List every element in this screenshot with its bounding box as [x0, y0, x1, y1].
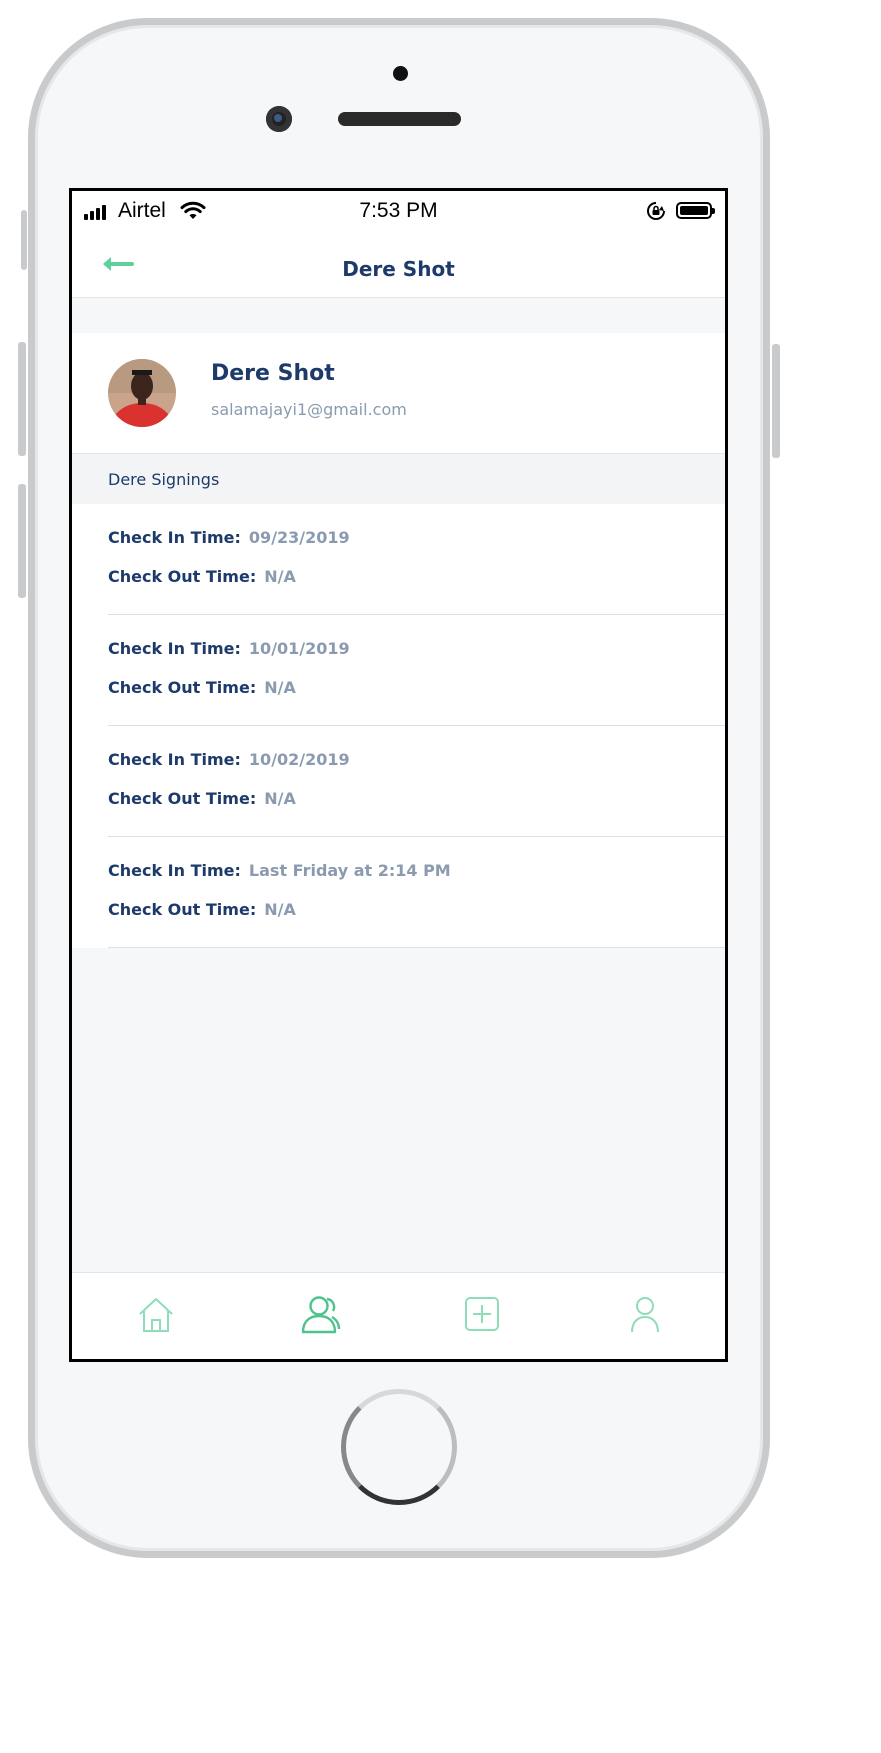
signing-item[interactable]: Check In Time: 09/23/2019 Check Out Time:…: [72, 504, 725, 615]
check-in-label: Check In Time:: [108, 639, 241, 658]
check-out-label: Check Out Time:: [108, 789, 257, 808]
power-button: [772, 344, 780, 458]
mute-switch: [21, 210, 27, 270]
proximity-sensor: [393, 66, 408, 81]
battery-icon: [676, 202, 715, 219]
volume-up-button: [18, 342, 26, 456]
check-in-label: Check In Time:: [108, 861, 241, 880]
clock: 7:53 PM: [359, 199, 438, 222]
add-square-icon: [465, 1297, 499, 1331]
check-out-label: Check Out Time:: [108, 900, 257, 919]
users-icon: [301, 1296, 341, 1334]
profile-name: Dere Shot: [211, 361, 335, 386]
status-bar: Airtel 7:53 PM: [72, 191, 725, 231]
profile-card: Dere Shot salamajayi1@gmail.com: [72, 333, 725, 454]
section-header: Dere Signings: [72, 454, 725, 504]
page-title: Dere Shot: [342, 257, 455, 281]
check-in-label: Check In Time:: [108, 750, 241, 769]
orientation-lock-icon: [646, 201, 666, 227]
volume-down-button: [18, 484, 26, 598]
check-out-value: N/A: [264, 678, 296, 697]
tab-home[interactable]: [135, 1293, 177, 1335]
signing-item[interactable]: Check In Time: 10/02/2019 Check Out Time:…: [72, 726, 725, 837]
check-out-value: N/A: [264, 900, 296, 919]
back-button[interactable]: [100, 255, 134, 277]
check-out-value: N/A: [264, 567, 296, 586]
signings-list: Check In Time: 09/23/2019 Check Out Time:…: [72, 504, 725, 948]
check-in-value: Last Friday at 2:14 PM: [248, 861, 451, 880]
home-button[interactable]: [341, 1389, 457, 1505]
profile-email: salamajayi1@gmail.com: [211, 400, 407, 419]
check-in-label: Check In Time:: [108, 528, 241, 547]
check-in-value: 09/23/2019: [248, 528, 350, 547]
avatar: [108, 359, 176, 427]
check-in-value: 10/02/2019: [248, 750, 350, 769]
app-screen: Airtel 7:53 PM Dere Shot Dere Shot salam…: [69, 188, 728, 1362]
signing-item[interactable]: Check In Time: 10/01/2019 Check Out Time:…: [72, 615, 725, 726]
home-icon: [139, 1298, 173, 1332]
tab-users[interactable]: [297, 1293, 341, 1335]
check-out-value: N/A: [264, 789, 296, 808]
tab-profile[interactable]: [624, 1293, 666, 1335]
signing-item[interactable]: Check In Time: Last Friday at 2:14 PM Che…: [72, 837, 725, 948]
earpiece-speaker: [338, 112, 461, 126]
check-out-label: Check Out Time:: [108, 567, 257, 586]
arrow-left-icon: [103, 257, 134, 271]
tab-add[interactable]: [461, 1293, 503, 1335]
check-in-value: 10/01/2019: [248, 639, 350, 658]
check-out-label: Check Out Time:: [108, 678, 257, 697]
tab-bar: [72, 1272, 725, 1359]
front-camera: [266, 106, 292, 132]
navigation-bar: Dere Shot: [72, 231, 725, 298]
profile-icon: [631, 1297, 659, 1333]
section-title: Dere Signings: [108, 470, 220, 489]
